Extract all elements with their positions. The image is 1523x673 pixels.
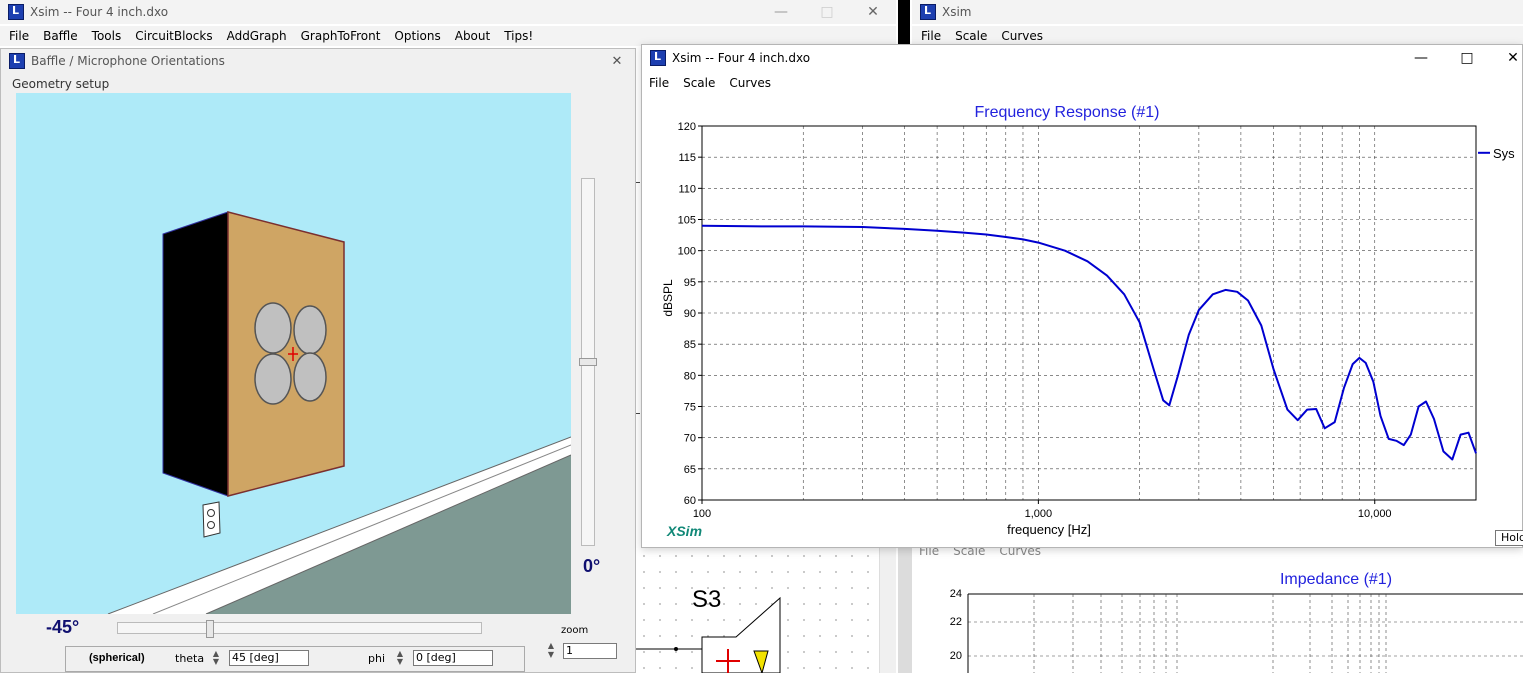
maximize-icon[interactable]: □ <box>1444 45 1490 71</box>
x-tick-label: 1,000 <box>1025 508 1053 520</box>
window-edge <box>898 548 912 673</box>
theta-spinner[interactable]: ▲ ▼ <box>205 650 227 668</box>
y-tick-label: 115 <box>678 152 696 164</box>
main-titlebar[interactable]: Xsim -- Four 4 inch.dxo — □ ✕ <box>0 0 896 24</box>
y-tick-label: 80 <box>684 370 696 382</box>
zoom-spinner[interactable]: ▲ ▼ <box>540 641 562 661</box>
xsim-app-icon <box>8 4 24 20</box>
right-titlebar[interactable]: Xsim <box>912 0 1523 24</box>
frequency-response-chart[interactable]: Frequency Response (#1) 60 65 70 75 80 85 90 95 1… <box>642 96 1523 546</box>
x-tick-label: 10,000 <box>1358 508 1392 520</box>
impedance-menubar: File Scale Curves <box>912 544 1523 558</box>
impedance-title: Impedance (#1) <box>1279 571 1393 588</box>
xsim-watermark: XSim <box>667 523 703 539</box>
divider-lines <box>636 180 640 420</box>
driver-2 <box>293 305 327 355</box>
y-tick-label: 60 <box>684 495 696 507</box>
minimize-icon[interactable]: — <box>758 0 804 24</box>
baffle-face <box>227 211 345 497</box>
theta-input[interactable]: 45 [deg] <box>229 650 309 666</box>
graph-menu-file[interactable]: File <box>642 76 676 90</box>
y-tick-label: 65 <box>684 464 696 476</box>
menu-addgraph[interactable]: AddGraph <box>220 29 294 43</box>
theta-label: theta <box>175 652 205 665</box>
vertical-angle-value: 0° <box>583 556 601 576</box>
driver-3 <box>254 353 292 405</box>
right-menu-curves[interactable]: Curves <box>994 29 1050 43</box>
baffle-titlebar[interactable]: Baffle / Microphone Orientations ✕ <box>1 49 635 73</box>
chart-title: Frequency Response (#1) <box>975 104 1160 121</box>
phi-label: phi <box>368 652 386 665</box>
y-tick-label: 120 <box>678 121 696 133</box>
right-menubar: File Scale Curves <box>912 26 1523 46</box>
graph-menu-scale[interactable]: Scale <box>676 76 722 90</box>
minimize-icon[interactable]: — <box>1398 45 1444 71</box>
zoom-label: zoom <box>561 625 589 636</box>
main-menubar: File Baffle Tools CircuitBlocks AddGraph Grap… <box>0 26 896 46</box>
impedance-grid: 24 22 20 <box>950 588 1523 673</box>
close-icon[interactable]: ✕ <box>850 0 896 24</box>
y-axis-label: dBSPL <box>661 279 675 317</box>
driver-1 <box>254 302 292 354</box>
menu-tools[interactable]: Tools <box>85 29 129 43</box>
xsim-app-icon <box>9 53 25 69</box>
x-axis-label: frequency [Hz] <box>1007 522 1091 537</box>
y-tick-label: 100 <box>678 246 696 258</box>
baffle-title: Baffle / Microphone Orientations <box>31 54 225 68</box>
baffle-3d-view[interactable] <box>16 93 571 614</box>
graph-window-title: Xsim -- Four 4 inch.dxo <box>672 51 811 65</box>
menu-about[interactable]: About <box>448 29 497 43</box>
y-tick-label: 90 <box>684 308 696 320</box>
horizontal-angle-slider[interactable] <box>117 622 482 634</box>
impedance-tick-label: 22 <box>950 616 962 628</box>
impedance-tick-label: 20 <box>950 650 962 662</box>
close-icon[interactable]: ✕ <box>1490 45 1523 71</box>
driver-4 <box>293 352 327 402</box>
right-menu-file[interactable]: File <box>914 29 948 43</box>
horizontal-angle-value: -45° <box>46 617 80 637</box>
cabinet-side <box>162 211 229 497</box>
wall-outlet-icon <box>202 501 221 538</box>
y-tick-label: 110 <box>678 183 696 195</box>
x-tick-label: 100 <box>693 508 711 520</box>
right-window-title: Xsim <box>942 5 972 19</box>
speaker-symbol[interactable] <box>636 596 796 673</box>
impedance-window: File Scale Curves Impedance (#1) 24 22 20 <box>898 544 1523 673</box>
divider-tick <box>636 413 640 414</box>
close-icon[interactable]: ✕ <box>597 49 637 73</box>
menu-baffle[interactable]: Baffle <box>36 29 85 43</box>
horizontal-slider-thumb[interactable] <box>206 620 215 638</box>
maximize-icon[interactable]: □ <box>804 0 850 24</box>
main-window-title: Xsim -- Four 4 inch.dxo <box>30 5 169 19</box>
phi-input[interactable]: 0 [deg] <box>413 650 493 666</box>
xsim-app-icon <box>650 50 666 66</box>
y-tick-label: 105 <box>678 215 696 227</box>
geometry-setup-menu[interactable]: Geometry setup <box>12 77 109 91</box>
xsim-app-icon <box>920 4 936 20</box>
divider-tick <box>636 182 640 183</box>
window-edge <box>898 0 910 46</box>
graph-titlebar[interactable]: Xsim -- Four 4 inch.dxo — □ ✕ <box>642 45 1522 71</box>
y-tick-label: 75 <box>684 402 696 414</box>
y-tick-label: 70 <box>684 433 696 445</box>
menu-options[interactable]: Options <box>387 29 447 43</box>
y-tick-label: 85 <box>684 339 696 351</box>
menu-tips[interactable]: Tips! <box>497 29 540 43</box>
hold-button[interactable]: Hold <box>1495 530 1523 546</box>
graph-menubar: File Scale Curves <box>642 73 1522 93</box>
menu-graphtofront[interactable]: GraphToFront <box>294 29 388 43</box>
menu-file[interactable]: File <box>2 29 36 43</box>
impedance-tick-label: 24 <box>950 588 962 600</box>
side-scrollbar[interactable] <box>879 548 896 673</box>
y-tick-label: 95 <box>684 277 696 289</box>
graph-menu-curves[interactable]: Curves <box>722 76 778 90</box>
vertical-slider-thumb[interactable] <box>579 358 597 366</box>
menu-circuitblocks[interactable]: CircuitBlocks <box>128 29 219 43</box>
mode-label: (spherical) <box>89 652 145 664</box>
zoom-input[interactable]: 1 <box>563 643 617 659</box>
legend-label: Sys <box>1493 146 1515 161</box>
right-menu-scale[interactable]: Scale <box>948 29 994 43</box>
phi-spinner[interactable]: ▲ ▼ <box>389 650 411 668</box>
